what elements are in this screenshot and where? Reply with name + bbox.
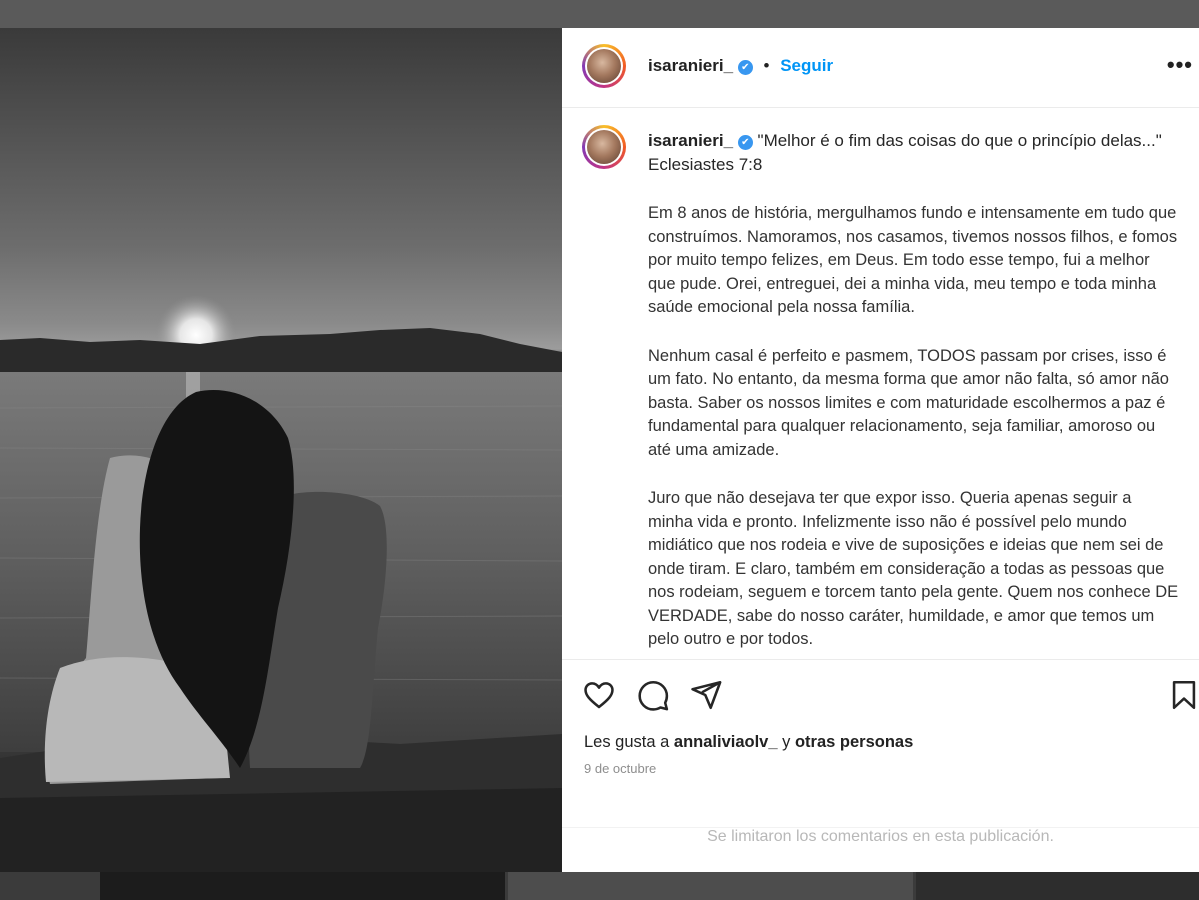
post-photo xyxy=(0,28,562,872)
verified-badge-icon: ✔ xyxy=(737,135,753,150)
caption-area: isaranieri_ ✔ "Melhor é o fim das coisas… xyxy=(562,109,1199,659)
other-likers-link[interactable]: otras personas xyxy=(795,733,913,751)
follow-button[interactable]: Seguir xyxy=(780,56,833,75)
likes-middle: y xyxy=(777,733,795,751)
caption-paragraph: Nenhum casal é perfeito e pasmem, TODOS … xyxy=(648,346,1169,459)
header-user-row: isaranieri_ ✔ • Seguir xyxy=(648,56,833,76)
liker-username-link[interactable]: annaliviaolv_ xyxy=(674,733,778,751)
avatar[interactable] xyxy=(582,44,626,88)
caption-paragraph: Juro que não desejava ter que expor isso… xyxy=(648,489,1179,648)
comment-icon[interactable] xyxy=(636,678,670,712)
caption-username-link[interactable]: isaranieri_ xyxy=(648,131,733,150)
overlay-backdrop-top xyxy=(0,0,1199,28)
feed-thumbnails xyxy=(0,872,1199,900)
photo-illustration xyxy=(0,295,562,872)
separator-dot: • xyxy=(763,56,770,75)
caption-avatar[interactable] xyxy=(582,125,626,169)
more-options-icon[interactable]: ••• xyxy=(1167,52,1193,78)
bookmark-icon[interactable] xyxy=(1167,678,1199,712)
caption-paragraph: Em 8 anos de história, mergulhamos fundo… xyxy=(648,204,1178,316)
caption-body: Em 8 anos de história, mergulhamos fundo… xyxy=(648,202,1180,659)
share-icon[interactable] xyxy=(689,678,723,712)
comments-limited-notice: Se limitaron los comentarios en esta pub… xyxy=(562,827,1199,846)
likes-prefix: Les gusta a xyxy=(584,733,674,751)
thumbnail[interactable] xyxy=(100,872,505,900)
heart-icon[interactable] xyxy=(582,678,616,712)
thumbnail[interactable] xyxy=(916,872,1199,900)
caption-first-line: isaranieri_ ✔ "Melhor é o fim das coisas… xyxy=(648,129,1168,177)
post-date[interactable]: 9 de octubre xyxy=(584,761,656,776)
post-header: isaranieri_ ✔ • Seguir ••• xyxy=(562,28,1199,108)
post-actions: Les gusta a annaliviaolv_ y otras person… xyxy=(562,659,1199,872)
verified-badge-icon: ✔ xyxy=(737,60,753,75)
post-side-panel: isaranieri_ ✔ • Seguir ••• isaranieri_ ✔… xyxy=(562,28,1199,872)
likes-summary: Les gusta a annaliviaolv_ y otras person… xyxy=(584,733,913,752)
thumbnail[interactable] xyxy=(508,872,913,900)
username-link[interactable]: isaranieri_ xyxy=(648,56,733,75)
